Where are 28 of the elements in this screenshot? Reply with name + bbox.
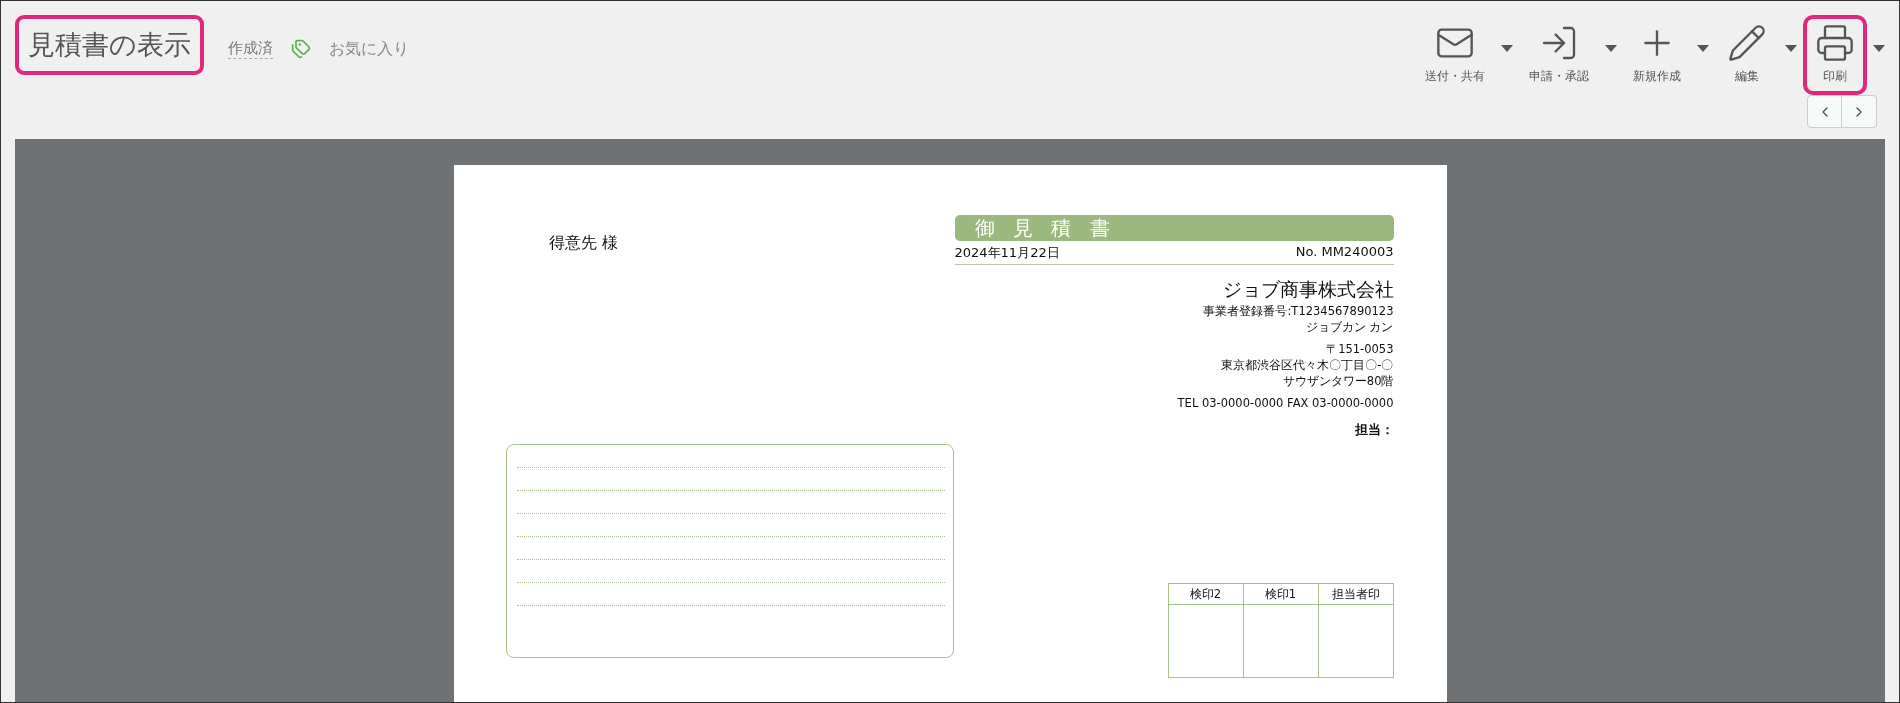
document-title: 御 見 積 書 <box>954 215 1394 241</box>
caret-icon[interactable] <box>1697 45 1709 52</box>
address-text: 東京都渋谷区代々木〇丁目〇-〇 <box>1221 357 1394 373</box>
page-title: 見積書の表示 <box>15 15 204 75</box>
caret-icon[interactable] <box>1605 45 1617 52</box>
building-text: サウザンタワー80階 <box>1282 373 1394 389</box>
toolbar-button[interactable]: 新規作成 <box>1623 15 1691 95</box>
contact-name: ジョブカン カン <box>1305 319 1394 335</box>
registration-number: 事業者登録番号:T1234567890123 <box>1203 303 1394 319</box>
person-label: 担当： <box>1354 421 1394 439</box>
caret-icon[interactable] <box>1873 45 1885 52</box>
toolbar-button[interactable]: 編集 <box>1715 15 1779 95</box>
stamp-header: 担当者印 <box>1318 583 1393 605</box>
caret-icon[interactable] <box>1785 45 1797 52</box>
caret-icon[interactable] <box>1501 45 1513 52</box>
document-number: No. MM240003 <box>1295 244 1394 261</box>
toolbar-button[interactable]: 申請・承認 <box>1519 15 1599 95</box>
stamp-header: 検印1 <box>1243 583 1318 605</box>
printer-icon <box>1815 23 1855 63</box>
postal-code: 〒151-0053 <box>1326 341 1394 357</box>
phone-fax-text: TEL 03-0000-0000 FAX 03-0000-0000 <box>1177 395 1394 411</box>
stamp-header: 検印2 <box>1168 583 1243 605</box>
company-name: ジョブ商事株式会社 <box>1222 277 1394 302</box>
issue-date: 2024年11月22日 <box>954 244 1060 262</box>
pencil-icon <box>1727 23 1767 63</box>
customer-name: 得意先 様 <box>548 233 619 254</box>
status-label[interactable]: 作成済 <box>228 39 273 59</box>
toolbar-button[interactable]: 送付・共有 <box>1415 15 1495 95</box>
